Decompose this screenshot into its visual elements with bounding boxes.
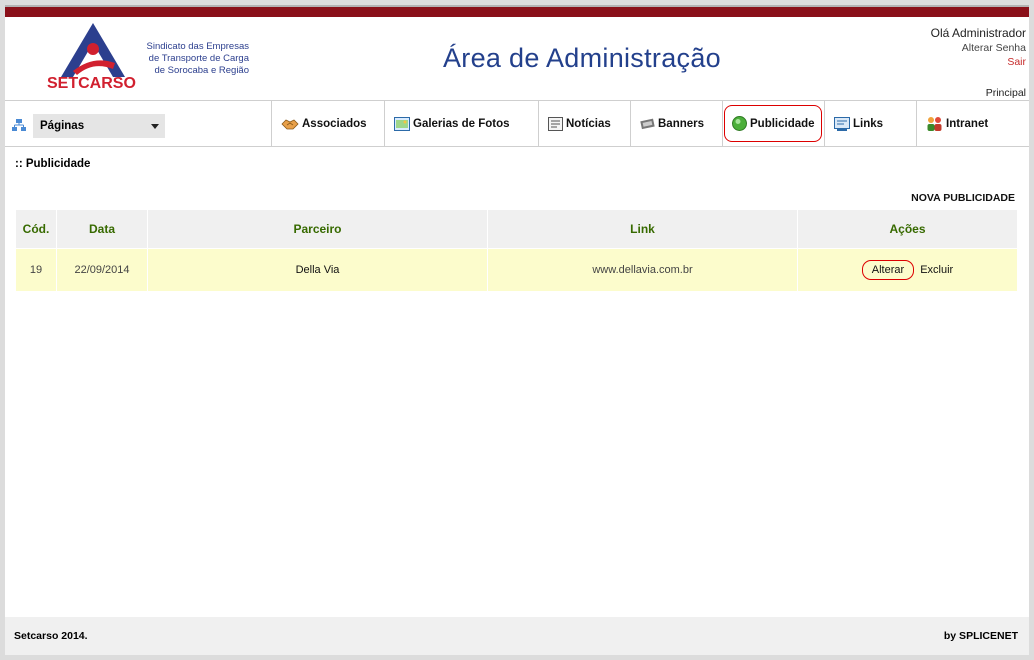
footer-credit: by SPLICENET <box>943 630 1018 642</box>
links-icon <box>834 116 850 131</box>
cell-actions: Alterar Excluir <box>798 249 1017 291</box>
nav-associados[interactable]: Associados <box>271 101 385 146</box>
edit-button[interactable]: Alterar <box>861 260 915 280</box>
nav-label: Intranet <box>946 117 989 130</box>
news-icon <box>548 116 563 131</box>
footer: Setcarso 2014. by SPLICENET <box>5 617 1029 655</box>
nav-label: Notícias <box>566 117 611 130</box>
column-header: Data <box>57 210 147 248</box>
nav-publicidade[interactable]: Publicidade <box>722 101 825 146</box>
tagline-line: Sindicato das Empresas <box>146 41 249 52</box>
user-greeting: Olá Administrador <box>930 26 1026 40</box>
nav-banners[interactable]: Banners <box>630 101 723 146</box>
nav-links[interactable]: Links <box>824 101 917 146</box>
pages-select-value: Páginas <box>40 120 85 132</box>
nav-intranet[interactable]: Intranet <box>916 101 1028 146</box>
logout-link[interactable]: Sair <box>931 55 1026 69</box>
delete-button[interactable]: Excluir <box>920 264 953 276</box>
active-highlight <box>724 105 822 142</box>
footer-copyright: Setcarso 2014. <box>14 630 88 642</box>
cell-link: www.dellavia.com.br <box>488 249 797 291</box>
page-title: Área de Administração <box>443 43 721 73</box>
top-bar <box>5 5 1029 17</box>
logo-tagline: Sindicato das Empresas de Transporte de … <box>133 41 249 77</box>
cell-partner: Della Via <box>148 249 487 291</box>
chevron-down-icon <box>151 124 159 129</box>
photo-gallery-icon <box>394 116 410 131</box>
tagline-line: de Sorocaba e Região <box>154 65 249 76</box>
change-password-link[interactable]: Alterar Senha <box>931 41 1026 55</box>
table-row: 19 22/09/2014 Della Via www.dellavia.com… <box>16 249 1017 291</box>
principal-link[interactable]: Principal <box>986 87 1026 99</box>
nav-label: Banners <box>658 117 705 130</box>
logo-text: SETCARSO <box>47 75 136 92</box>
new-publicidade-link[interactable]: NOVA PUBLICIDADE <box>911 192 1015 204</box>
page-frame: SETCARSO Sindicato das Empresas de Trans… <box>5 5 1029 655</box>
main-menu: Páginas Associados Galerias de Fotos Not… <box>5 100 1029 147</box>
people-icon <box>927 117 942 131</box>
nav-label: Associados <box>302 117 367 130</box>
banner-icon <box>640 118 655 129</box>
column-header: Link <box>488 210 797 248</box>
user-box: Olá Administrador Alterar Senha Sair <box>931 26 1026 69</box>
cell-code: 19 <box>16 249 56 291</box>
nav-label: Galerias de Fotos <box>413 117 510 130</box>
tagline-line: de Transporte de Carga <box>148 53 249 64</box>
nav-noticias[interactable]: Notícias <box>538 101 631 146</box>
handshake-icon <box>281 119 299 129</box>
pages-select[interactable]: Páginas <box>33 114 165 138</box>
sitemap-icon <box>12 119 26 131</box>
column-header: Cód. <box>16 210 56 248</box>
nav-label: Links <box>853 117 884 130</box>
table-header-row: Cód. Data Parceiro Link Ações <box>16 210 1017 248</box>
breadcrumb: :: Publicidade <box>15 158 91 170</box>
column-header: Ações <box>798 210 1017 248</box>
column-header: Parceiro <box>148 210 487 248</box>
publicidade-table: Cód. Data Parceiro Link Ações 19 22/09/2… <box>15 209 1018 292</box>
cell-date: 22/09/2014 <box>57 249 147 291</box>
nav-galerias-de-fotos[interactable]: Galerias de Fotos <box>384 101 539 146</box>
